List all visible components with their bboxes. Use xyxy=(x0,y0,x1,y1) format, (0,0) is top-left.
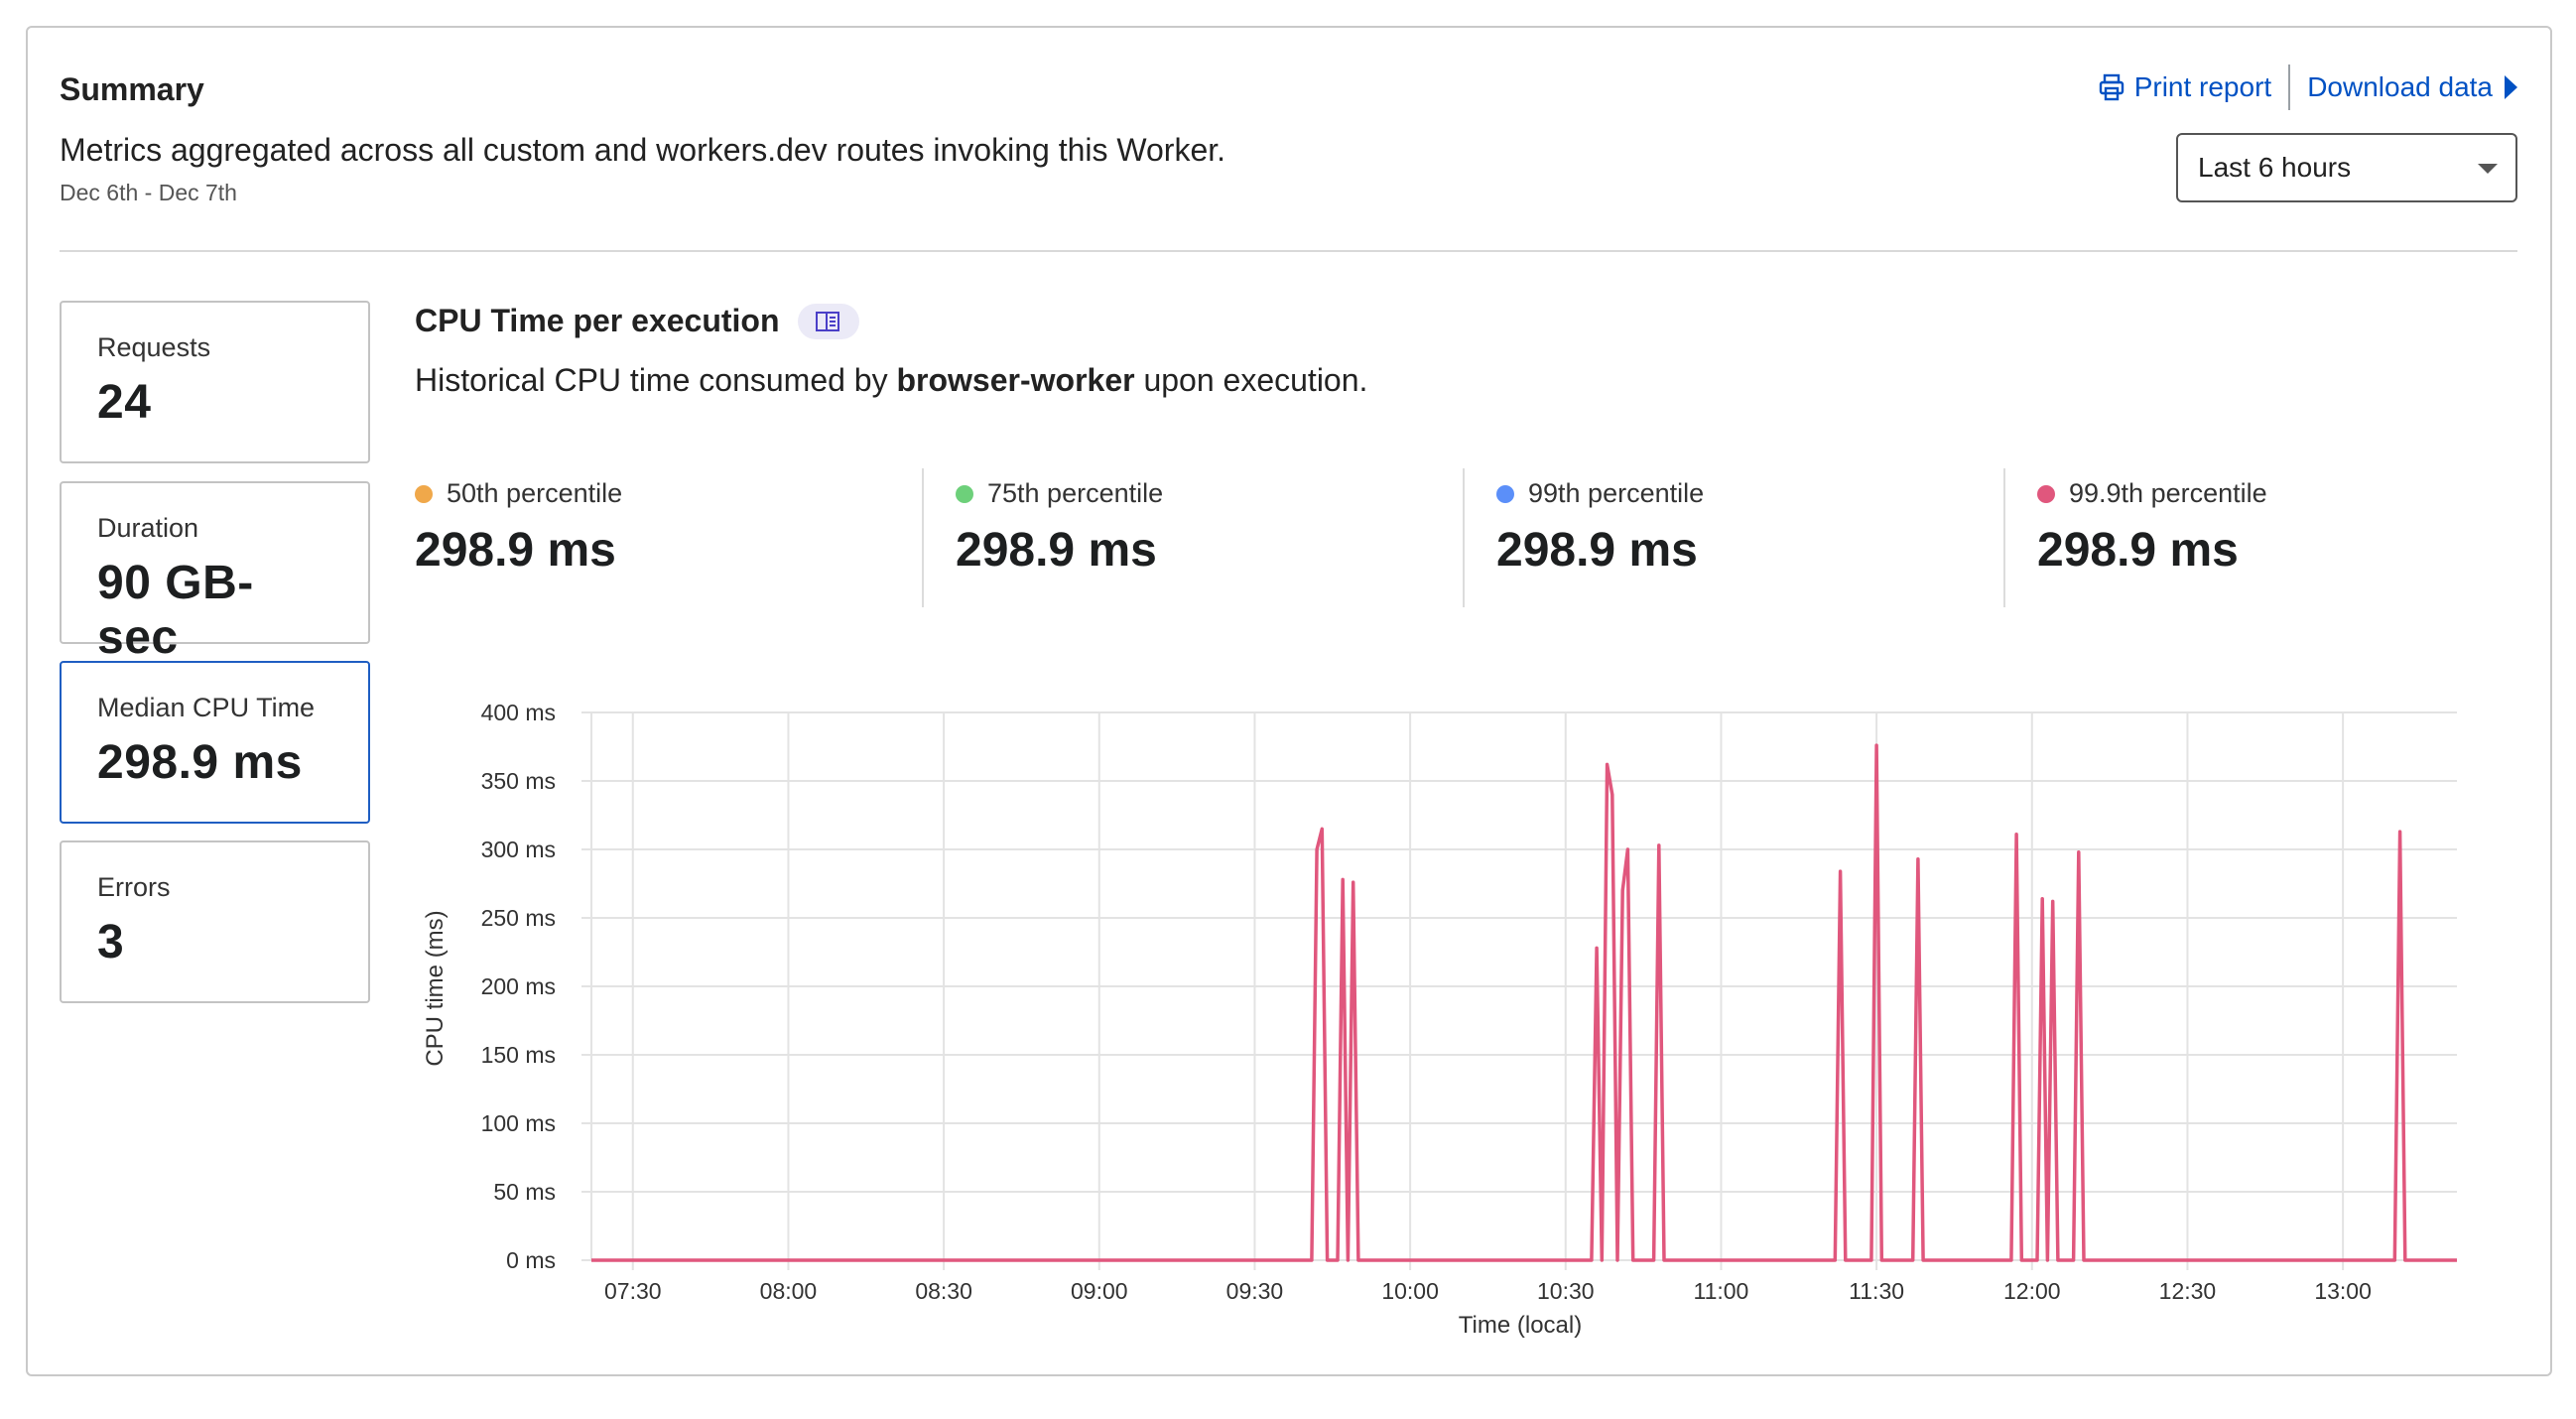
y-tick-label: 400 ms xyxy=(481,700,556,725)
x-tick-label: 09:30 xyxy=(1226,1278,1284,1304)
x-axis-label: Time (local) xyxy=(1459,1312,1582,1339)
y-tick-label: 0 ms xyxy=(506,1247,556,1273)
y-tick-label: 350 ms xyxy=(481,768,556,794)
y-tick-label: 300 ms xyxy=(481,837,556,862)
x-tick-label: 11:00 xyxy=(1694,1278,1749,1304)
y-tick-label: 250 ms xyxy=(481,905,556,931)
x-tick-label: 10:30 xyxy=(1537,1278,1595,1304)
y-tick-label: 150 ms xyxy=(481,1042,556,1068)
series-line-99-9 xyxy=(591,743,2457,1262)
x-tick-label: 07:30 xyxy=(604,1278,662,1304)
x-tick-label: 08:00 xyxy=(760,1278,818,1304)
x-tick-label: 08:30 xyxy=(915,1278,972,1304)
x-tick-label: 13:00 xyxy=(2314,1278,2372,1304)
y-tick-label: 50 ms xyxy=(493,1179,556,1205)
y-tick-label: 100 ms xyxy=(481,1110,556,1136)
x-axis-ticks: 07:30 08:00 08:30 09:00 09:30 10:00 10:30 11:00… xyxy=(604,1278,2372,1304)
x-tick-label: 10:00 xyxy=(1381,1278,1439,1304)
y-tick-label: 200 ms xyxy=(481,973,556,999)
x-tick-label: 09:00 xyxy=(1071,1278,1128,1304)
y-axis-label: CPU time (ms) xyxy=(422,910,449,1066)
x-tick-label: 12:00 xyxy=(2003,1278,2061,1304)
y-axis-ticks: 0 ms 50 ms 100 ms 150 ms 200 ms 250 ms 300 ms 3… xyxy=(481,700,556,1273)
x-tick-label: 11:30 xyxy=(1849,1278,1904,1304)
cpu-time-chart: 0 ms 50 ms 100 ms 150 ms 200 ms 250 ms 300 ms 3… xyxy=(422,700,2457,1339)
x-tick-label: 12:30 xyxy=(2159,1278,2217,1304)
chart-grid xyxy=(581,711,2457,1270)
